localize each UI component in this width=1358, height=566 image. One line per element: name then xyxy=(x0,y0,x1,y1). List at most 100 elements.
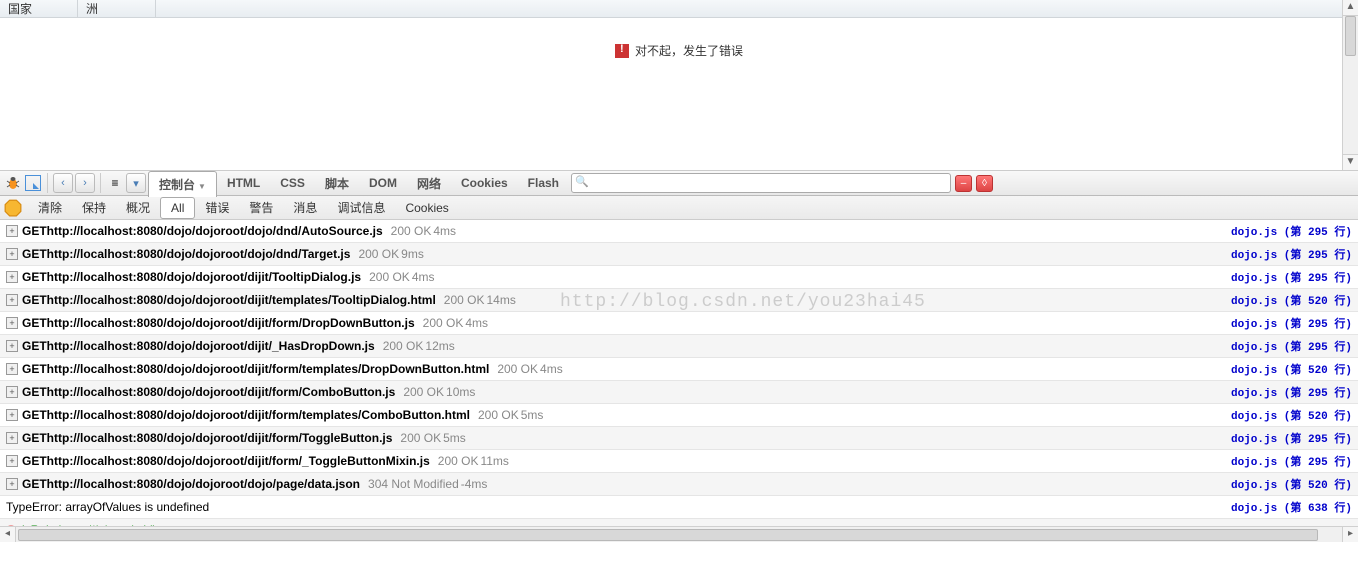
request-url: http://localhost:8080/dojo/dojoroot/dojo… xyxy=(47,477,360,491)
list-icon[interactable]: ≡ xyxy=(106,174,124,192)
filter-清除[interactable]: 清除 xyxy=(28,196,72,219)
request-row[interactable]: +GET http://localhost:8080/dojo/dojoroot… xyxy=(0,289,1358,312)
request-status: 200 OK xyxy=(400,431,441,445)
error-source[interactable]: dojo.js (第 638 行) xyxy=(1231,499,1352,515)
request-row[interactable]: +GET http://localhost:8080/dojo/dojoroot… xyxy=(0,358,1358,381)
stop-icon[interactable] xyxy=(4,199,22,217)
request-source[interactable]: dojo.js (第 295 行) xyxy=(1231,384,1352,400)
tab-cookies[interactable]: Cookies xyxy=(451,172,518,194)
request-status: 200 OK xyxy=(444,293,485,307)
request-time: 4ms xyxy=(465,316,488,330)
request-row[interactable]: +GET http://localhost:8080/dojo/dojoroot… xyxy=(0,312,1358,335)
request-status: 200 OK xyxy=(391,224,432,238)
request-source[interactable]: dojo.js (第 520 行) xyxy=(1231,292,1352,308)
filter-all[interactable]: All xyxy=(160,197,195,219)
tab-控制台[interactable]: 控制台▼ xyxy=(148,171,217,197)
expand-icon[interactable]: + xyxy=(6,409,18,421)
expand-icon[interactable]: + xyxy=(6,271,18,283)
scroll-thumb[interactable] xyxy=(18,529,1318,541)
expand-icon[interactable]: + xyxy=(6,363,18,375)
request-row[interactable]: +GET http://localhost:8080/dojo/dojoroot… xyxy=(0,427,1358,450)
expand-icon[interactable]: + xyxy=(6,294,18,306)
dropdown-button[interactable]: ▾ xyxy=(126,173,146,193)
scroll-down-icon[interactable]: ▼ xyxy=(1343,154,1358,170)
request-time: 9ms xyxy=(401,247,424,261)
nav-back-button[interactable]: ‹ xyxy=(53,173,73,193)
request-source[interactable]: dojo.js (第 520 行) xyxy=(1231,407,1352,423)
grid-header-cell[interactable]: 国家 xyxy=(0,0,78,18)
request-row[interactable]: +GET http://localhost:8080/dojo/dojoroot… xyxy=(0,381,1358,404)
expand-icon[interactable]: + xyxy=(6,225,18,237)
request-row[interactable]: + GET http://localhost:8080/dojo/dojoroot… xyxy=(0,473,1358,496)
request-method: GET xyxy=(22,293,47,307)
horizontal-scrollbar[interactable]: ◂ ▸ xyxy=(0,526,1358,542)
firebug-toolbar: ‹ › ≡ ▾ 控制台▼HTMLCSS脚本DOM网络CookiesFlash –… xyxy=(0,170,1358,196)
request-status: 200 OK xyxy=(358,247,399,261)
filter-错误[interactable]: 错误 xyxy=(195,196,239,219)
request-method: GET xyxy=(22,224,47,238)
filter-保持[interactable]: 保持 xyxy=(72,196,116,219)
expand-icon[interactable]: + xyxy=(6,478,18,490)
search-input[interactable] xyxy=(571,173,951,193)
request-url: http://localhost:8080/dojo/dojoroot/diji… xyxy=(47,431,393,445)
request-row[interactable]: +GET http://localhost:8080/dojo/dojoroot… xyxy=(0,243,1358,266)
expand-icon[interactable]: + xyxy=(6,317,18,329)
request-method: GET xyxy=(22,339,47,353)
tab-网络[interactable]: 网络 xyxy=(407,171,451,196)
inspect-icon[interactable] xyxy=(24,174,42,192)
request-method: GET xyxy=(22,454,47,468)
request-row[interactable]: +GET http://localhost:8080/dojo/dojoroot… xyxy=(0,335,1358,358)
filter-消息[interactable]: 消息 xyxy=(283,196,327,219)
request-status: 200 OK xyxy=(497,362,538,376)
request-source[interactable]: dojo.js (第 295 行) xyxy=(1231,315,1352,331)
filter-cookies[interactable]: Cookies xyxy=(395,198,458,218)
request-source[interactable]: dojo.js (第 295 行) xyxy=(1231,430,1352,446)
request-status: 200 OK xyxy=(438,454,479,468)
request-time: 12ms xyxy=(425,339,454,353)
expand-icon[interactable]: + xyxy=(6,432,18,444)
minimize-button[interactable]: – xyxy=(955,175,972,192)
request-row[interactable]: +GET http://localhost:8080/dojo/dojoroot… xyxy=(0,450,1358,473)
scroll-left-icon[interactable]: ◂ xyxy=(0,527,16,542)
request-source[interactable]: dojo.js (第 295 行) xyxy=(1231,338,1352,354)
expand-icon[interactable]: + xyxy=(6,248,18,260)
code-row: isRelative = /^\./.test(mid); xyxy=(0,519,1358,526)
expand-icon[interactable]: + xyxy=(6,386,18,398)
filter-调试信息[interactable]: 调试信息 xyxy=(327,196,395,219)
grid-header-cell[interactable]: 洲 xyxy=(78,0,156,18)
request-source[interactable]: dojo.js (第 295 行) xyxy=(1231,246,1352,262)
request-row[interactable]: +GET http://localhost:8080/dojo/dojoroot… xyxy=(0,266,1358,289)
expand-icon[interactable]: + xyxy=(6,455,18,467)
request-source[interactable]: dojo.js (第 295 行) xyxy=(1231,453,1352,469)
filter-警告[interactable]: 警告 xyxy=(239,196,283,219)
filter-概况[interactable]: 概况 xyxy=(116,196,160,219)
scroll-thumb[interactable] xyxy=(1345,16,1356,56)
scroll-right-icon[interactable]: ▸ xyxy=(1342,527,1358,542)
request-time: -4ms xyxy=(461,477,488,491)
request-source[interactable]: dojo.js (第 520 行) xyxy=(1231,476,1352,492)
request-url: http://localhost:8080/dojo/dojoroot/dojo… xyxy=(47,247,351,261)
tab-脚本[interactable]: 脚本 xyxy=(315,171,359,196)
vertical-scrollbar[interactable]: ▲ ▼ xyxy=(1342,0,1358,170)
separator xyxy=(100,173,101,193)
tab-css[interactable]: CSS xyxy=(270,172,315,194)
request-row[interactable]: +GET http://localhost:8080/dojo/dojoroot… xyxy=(0,404,1358,427)
tab-flash[interactable]: Flash xyxy=(518,172,569,194)
close-button[interactable]: ◊ xyxy=(976,175,993,192)
request-status: 304 Not Modified xyxy=(368,477,459,491)
console-panel[interactable]: + GET http://localhost:8080/dojo/dojoroot… xyxy=(0,220,1358,526)
request-method: GET xyxy=(22,477,47,491)
tab-html[interactable]: HTML xyxy=(217,172,270,194)
request-row[interactable]: +GET http://localhost:8080/dojo/dojoroot… xyxy=(0,220,1358,243)
error-row[interactable]: TypeError: arrayOfValues is undefineddoj… xyxy=(0,496,1358,519)
request-source[interactable]: dojo.js (第 295 行) xyxy=(1231,223,1352,239)
request-time: 5ms xyxy=(521,408,544,422)
firebug-icon[interactable] xyxy=(4,174,22,192)
scroll-up-icon[interactable]: ▲ xyxy=(1343,0,1358,16)
nav-forward-button[interactable]: › xyxy=(75,173,95,193)
expand-icon[interactable]: + xyxy=(6,340,18,352)
request-source[interactable]: dojo.js (第 520 行) xyxy=(1231,361,1352,377)
request-source[interactable]: dojo.js (第 295 行) xyxy=(1231,269,1352,285)
tab-dom[interactable]: DOM xyxy=(359,172,407,194)
request-method: GET xyxy=(22,385,47,399)
